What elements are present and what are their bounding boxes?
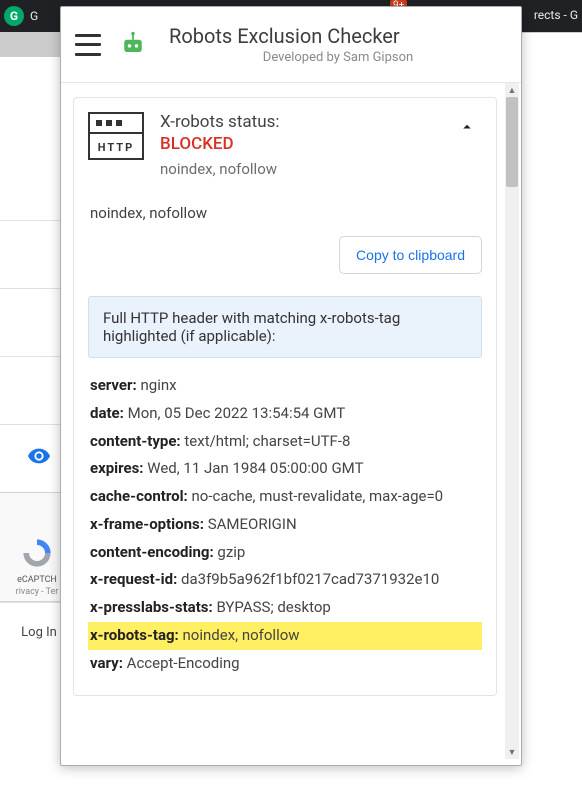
- scrollbar-down-button[interactable]: ▼: [505, 745, 519, 759]
- header-key: server:: [90, 376, 137, 394]
- header-row-highlighted: x-robots-tag: noindex, nofollow: [88, 622, 482, 650]
- menu-button[interactable]: [75, 34, 101, 56]
- collapse-button[interactable]: [452, 112, 482, 142]
- info-box: Full HTTP header with matching x-robots-…: [88, 296, 482, 358]
- header-row: x-request-id: da3f9b5a962f1bf0217cad7371…: [88, 566, 482, 594]
- http-icon-label: HTTP: [90, 141, 142, 154]
- http-icon: HTTP: [88, 112, 144, 160]
- header-value: Accept-Encoding: [127, 654, 240, 672]
- header-key: content-encoding:: [90, 543, 214, 561]
- header-value: no-cache, must-revalidate, max-age=0: [192, 487, 444, 505]
- header-row: server: nginx: [88, 372, 482, 400]
- header-value: gzip: [217, 543, 245, 561]
- header-value: BYPASS; desktop: [216, 598, 330, 616]
- header-row: content-type: text/html; charset=UTF-8: [88, 428, 482, 456]
- header-key: date:: [90, 404, 124, 422]
- copy-to-clipboard-button[interactable]: Copy to clipboard: [339, 236, 482, 274]
- header-row: vary: Accept-Encoding: [88, 650, 482, 678]
- login-label: Log In: [21, 625, 57, 640]
- header-key: x-request-id:: [90, 570, 177, 588]
- header-value: nginx: [141, 376, 177, 394]
- recaptcha-icon: [21, 537, 53, 569]
- popup-body: HTTP X-robots status: BLOCKED noindex, n…: [61, 83, 521, 765]
- header-value: Mon, 05 Dec 2022 13:54:54 GMT: [128, 404, 346, 422]
- popup-scrollbar[interactable]: ▲ ▼: [505, 83, 519, 759]
- header-value: da3f9b5a962f1bf0217cad7371932e10: [181, 570, 439, 588]
- header-row: expires: Wed, 11 Jan 1984 05:00:00 GMT: [88, 455, 482, 483]
- header-row: x-presslabs-stats: BYPASS; desktop: [88, 594, 482, 622]
- tab-text-left: G: [30, 9, 38, 23]
- browser-tab-right[interactable]: rects - G: [534, 8, 578, 22]
- recaptcha-label: eCAPTCH: [17, 575, 57, 585]
- header-key: cache-control:: [90, 487, 188, 505]
- grammarly-icon: G: [4, 6, 24, 26]
- header-row: cache-control: no-cache, must-revalidate…: [88, 483, 482, 511]
- header-key: content-type:: [90, 432, 181, 450]
- popup-header: Robots Exclusion Checker Developed by Sa…: [61, 7, 521, 83]
- chevron-up-icon: [458, 118, 476, 136]
- header-row: date: Mon, 05 Dec 2022 13:54:54 GMT: [88, 400, 482, 428]
- xrobots-card: HTTP X-robots status: BLOCKED noindex, n…: [73, 97, 497, 696]
- header-row: content-encoding: gzip: [88, 539, 482, 567]
- header-key: expires:: [90, 459, 144, 477]
- header-key: x-frame-options:: [90, 515, 204, 533]
- header-row: x-frame-options: SAMEORIGIN: [88, 511, 482, 539]
- recaptcha-terms[interactable]: Ter: [46, 587, 59, 597]
- status-directives: noindex, nofollow: [160, 160, 436, 178]
- popup-scroll-area: HTTP X-robots status: BLOCKED noindex, n…: [71, 83, 503, 759]
- status-title: X-robots status:: [160, 112, 436, 132]
- header-key: vary:: [90, 654, 123, 672]
- extension-popup: Robots Exclusion Checker Developed by Sa…: [60, 6, 522, 766]
- card-header: HTTP X-robots status: BLOCKED noindex, n…: [88, 112, 482, 178]
- http-headers-list: server: nginxdate: Mon, 05 Dec 2022 13:5…: [88, 372, 482, 677]
- header-key: x-presslabs-stats:: [90, 598, 213, 616]
- header-value: Wed, 11 Jan 1984 05:00:00 GMT: [147, 459, 363, 477]
- browser-tab-left[interactable]: G G: [0, 6, 38, 26]
- scrollbar-thumb[interactable]: [506, 97, 518, 187]
- status-value: BLOCKED: [160, 134, 436, 154]
- header-key: x-robots-tag:: [90, 626, 179, 644]
- popup-title: Robots Exclusion Checker: [169, 24, 507, 48]
- scrollbar-up-button[interactable]: ▲: [505, 83, 519, 97]
- popup-subtitle: Developed by Sam Gipson: [169, 50, 507, 65]
- detail-directives: noindex, nofollow: [90, 204, 482, 222]
- header-value: text/html; charset=UTF-8: [184, 432, 350, 450]
- header-value: SAMEORIGIN: [208, 515, 297, 533]
- page-right-margin: [522, 57, 582, 792]
- header-value: noindex, nofollow: [183, 626, 300, 644]
- eye-icon: [28, 448, 50, 469]
- recaptcha-privacy[interactable]: rivacy: [16, 587, 39, 597]
- robot-icon: [119, 31, 147, 59]
